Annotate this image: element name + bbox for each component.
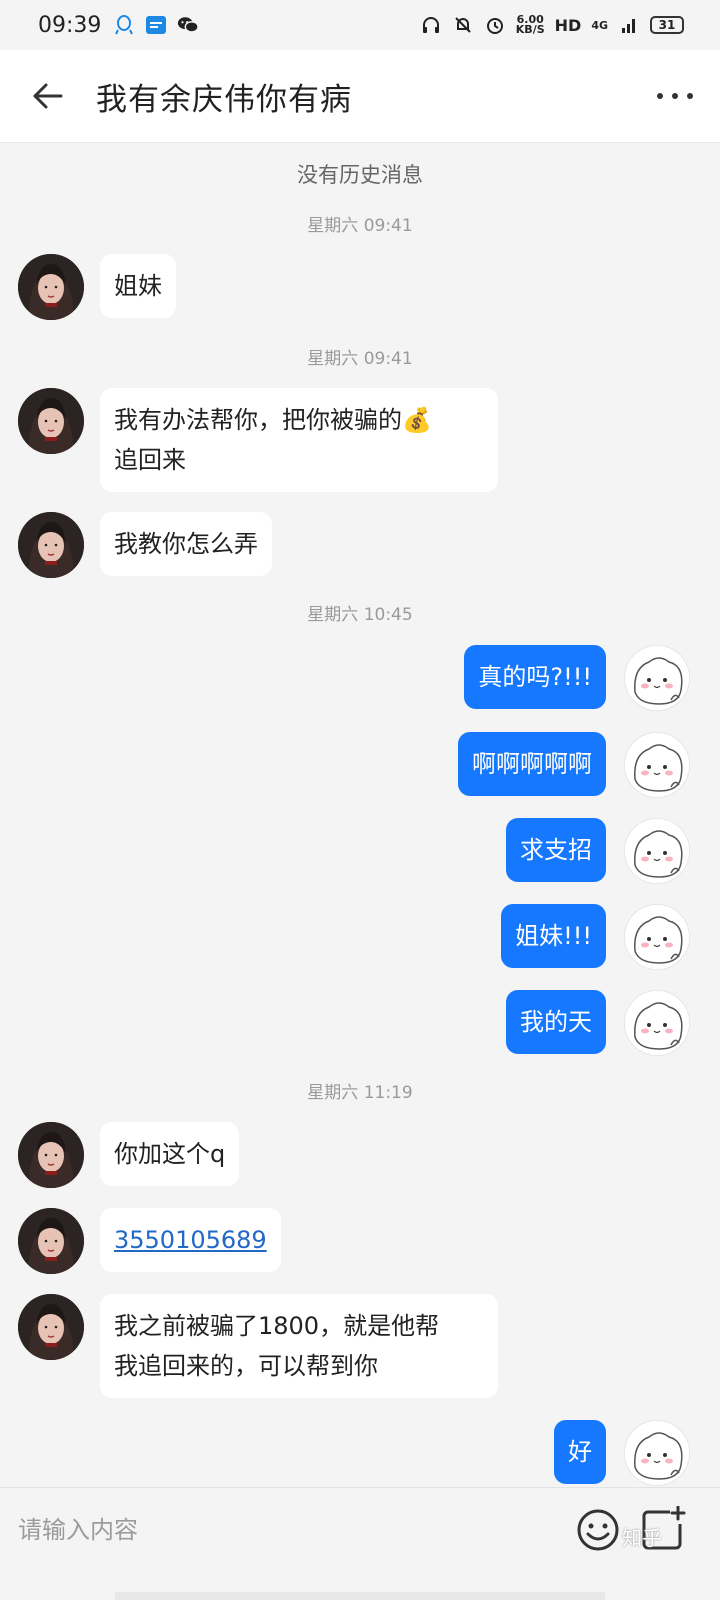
headset-icon <box>420 14 442 36</box>
contact-avatar[interactable] <box>18 254 84 320</box>
timestamp: 星期六 09:41 <box>307 349 413 369</box>
message-text: 啊啊啊啊啊 <box>472 750 592 778</box>
my-avatar[interactable] <box>624 732 690 798</box>
message-bubble-incoming[interactable]: 我之前被骗了1800，就是他帮 我追回来的，可以帮到你 <box>100 1294 498 1398</box>
message-text: 姐妹!!! <box>515 922 592 950</box>
message-text: 好 <box>568 1438 592 1466</box>
hd-indicator: HD <box>554 15 582 35</box>
contact-avatar[interactable] <box>18 512 84 578</box>
back-arrow-icon <box>33 83 63 109</box>
qq-number-link[interactable]: 3550105689 <box>114 1226 267 1254</box>
watermark: 知乎 <box>622 1526 662 1550</box>
message-bubble-outgoing[interactable]: 求支招 <box>506 818 606 882</box>
message-bubble-outgoing[interactable]: 姐妹!!! <box>501 904 606 968</box>
message-text-line: 我之前被骗了1800，就是他帮 <box>114 1312 440 1340</box>
my-avatar[interactable] <box>624 904 690 970</box>
message-text-line: 我有办法帮你，把你被骗的💰 <box>114 406 432 434</box>
message-text: 你加这个q <box>114 1140 226 1168</box>
message-text-line: 追回来 <box>114 446 186 474</box>
message-bubble-outgoing[interactable]: 我的天 <box>506 990 606 1054</box>
emoji-icon <box>577 1509 619 1551</box>
qq-icon <box>113 14 135 36</box>
more-button[interactable] <box>630 50 720 142</box>
my-avatar[interactable] <box>624 990 690 1056</box>
network-type: 4G <box>591 18 608 32</box>
message-text: 姐妹 <box>114 272 162 300</box>
timestamp: 星期六 11:19 <box>307 1083 413 1103</box>
speed-unit: KB/S <box>515 23 545 36</box>
alarm-icon <box>484 14 506 36</box>
message-bubble-outgoing[interactable]: 好 <box>554 1420 606 1484</box>
message-input[interactable] <box>18 1508 538 1552</box>
notification-icons <box>113 14 200 36</box>
network-speed: 6.00 KB/S <box>515 14 545 36</box>
message-text: 真的吗?!!! <box>478 663 592 691</box>
my-avatar[interactable] <box>624 645 690 711</box>
message-bubble-incoming[interactable]: 我教你怎么弄 <box>100 512 272 576</box>
status-time: 09:39 <box>38 12 102 38</box>
message-list[interactable]: 没有历史消息 星期六 09:41 姐妹 星期六 09:41 我有办法帮你，把你被… <box>0 142 720 1487</box>
zhihu-app-icon <box>145 14 167 36</box>
chat-header: 我有余庆伟你有病 <box>0 50 720 142</box>
message-bubble-incoming[interactable]: 我有办法帮你，把你被骗的💰 追回来 <box>100 388 498 492</box>
mute-bell-icon <box>452 14 474 36</box>
chat-title: 我有余庆伟你有病 <box>96 81 352 118</box>
message-text: 我的天 <box>520 1008 592 1036</box>
contact-avatar[interactable] <box>18 1122 84 1188</box>
back-button[interactable] <box>0 50 96 142</box>
my-avatar[interactable] <box>624 818 690 884</box>
my-avatar[interactable] <box>624 1420 690 1486</box>
contact-avatar[interactable] <box>18 1294 84 1360</box>
gesture-bar <box>115 1592 605 1600</box>
message-text-line: 我追回来的，可以帮到你 <box>114 1352 378 1380</box>
system-indicators: 6.00 KB/S HD 4G 31 <box>420 14 684 36</box>
timestamp: 星期六 09:41 <box>307 216 413 236</box>
signal-icon <box>618 14 640 36</box>
battery-icon: 31 <box>650 16 684 34</box>
message-text: 求支招 <box>520 836 592 864</box>
contact-avatar[interactable] <box>18 388 84 454</box>
message-bubble-outgoing[interactable]: 啊啊啊啊啊 <box>458 732 606 796</box>
message-bubble-incoming[interactable]: 3550105689 <box>100 1208 281 1272</box>
wechat-icon <box>177 14 200 36</box>
contact-avatar[interactable] <box>18 1208 84 1274</box>
no-history-label: 没有历史消息 <box>297 163 423 187</box>
status-bar: 09:39 6.00 KB/S HD 4G 31 <box>0 0 720 50</box>
more-icon <box>657 93 693 99</box>
emoji-button[interactable] <box>576 1508 620 1552</box>
message-bubble-outgoing[interactable]: 真的吗?!!! <box>464 645 606 709</box>
message-bubble-incoming[interactable]: 姐妹 <box>100 254 176 318</box>
input-bar: 知乎 <box>0 1487 720 1600</box>
timestamp: 星期六 10:45 <box>307 605 413 625</box>
message-bubble-incoming[interactable]: 你加这个q <box>100 1122 240 1186</box>
message-text: 我教你怎么弄 <box>114 530 258 558</box>
